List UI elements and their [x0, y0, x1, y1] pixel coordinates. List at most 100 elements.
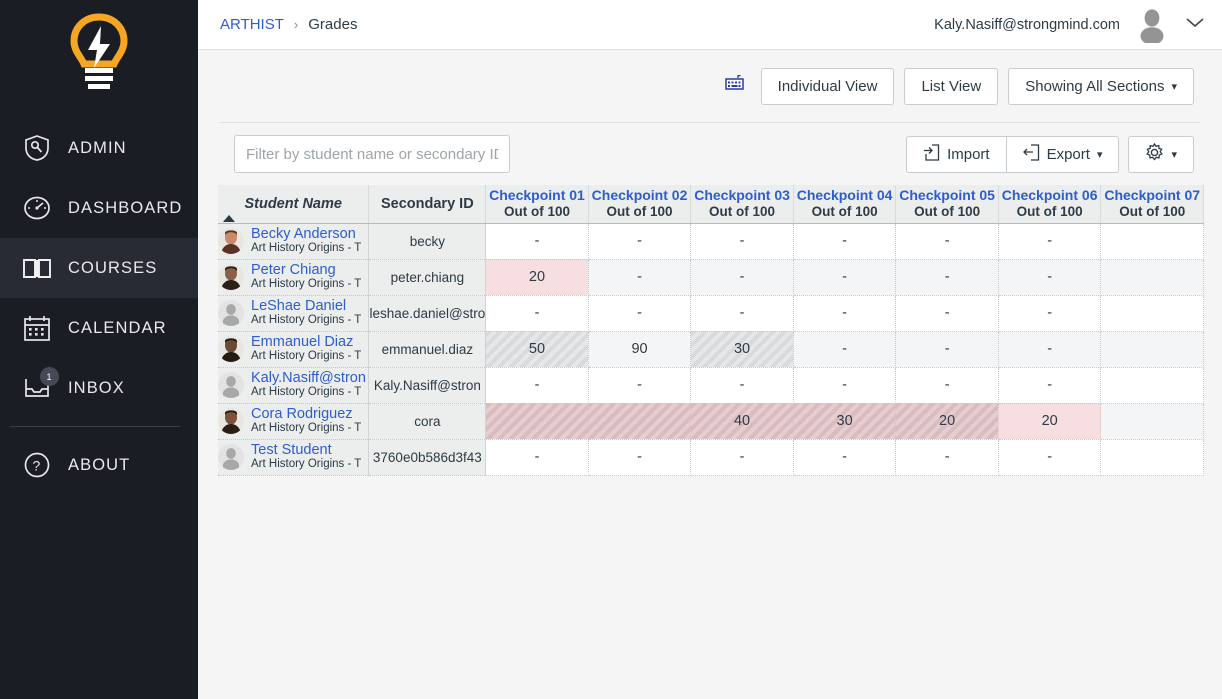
column-header-checkpoint-01[interactable]: Checkpoint 01 Out of 100: [485, 185, 589, 224]
checkpoint-title[interactable]: Checkpoint 07: [1101, 187, 1203, 205]
grade-cell[interactable]: -: [588, 259, 692, 296]
student-name-link[interactable]: Emmanuel Diaz: [251, 335, 361, 350]
user-menu-chevron-down-icon[interactable]: [1184, 15, 1206, 34]
grade-cell[interactable]: -: [895, 367, 999, 404]
grade-cell[interactable]: -: [588, 223, 692, 260]
table-row[interactable]: Peter Chiang Art History Origins - Tpeter…: [218, 259, 1204, 296]
grade-cell[interactable]: [1100, 367, 1204, 404]
grade-cell[interactable]: [1100, 439, 1204, 476]
grade-cell[interactable]: -: [793, 259, 897, 296]
export-button[interactable]: Export ▾: [1005, 135, 1120, 173]
student-name-cell[interactable]: Test Student Art History Origins - T: [218, 439, 370, 476]
student-name-cell[interactable]: Becky Anderson Art History Origins - T: [218, 223, 370, 260]
sidebar-item-inbox[interactable]: 1 INBOX: [0, 358, 198, 418]
student-name-link[interactable]: Cora Rodriguez: [251, 407, 361, 422]
grade-cell[interactable]: [485, 403, 589, 440]
grade-cell[interactable]: -: [690, 259, 794, 296]
grade-cell[interactable]: [1100, 295, 1204, 332]
grade-cell[interactable]: 40: [690, 403, 794, 440]
checkpoint-title[interactable]: Checkpoint 02: [589, 187, 691, 205]
sidebar-item-courses[interactable]: COURSES: [0, 238, 198, 298]
column-header-checkpoint-04[interactable]: Checkpoint 04 Out of 100: [793, 185, 897, 224]
student-name-link[interactable]: LeShae Daniel: [251, 299, 361, 314]
table-row[interactable]: Cora Rodriguez Art History Origins - Tcor…: [218, 403, 1204, 440]
checkpoint-title[interactable]: Checkpoint 01: [486, 187, 588, 205]
import-button[interactable]: Import: [906, 135, 1006, 173]
secondary-id-cell[interactable]: 3760e0b586d3f43: [368, 439, 487, 476]
grade-cell[interactable]: -: [690, 295, 794, 332]
breadcrumb-course-link[interactable]: ARTHIST: [220, 16, 284, 33]
column-header-checkpoint-02[interactable]: Checkpoint 02 Out of 100: [588, 185, 692, 224]
checkpoint-title[interactable]: Checkpoint 05: [896, 187, 998, 205]
list-view-button[interactable]: List View: [904, 67, 999, 105]
grade-cell[interactable]: -: [690, 223, 794, 260]
grade-cell[interactable]: -: [793, 331, 897, 368]
sidebar-item-dashboard[interactable]: DASHBOARD: [0, 178, 198, 238]
grade-cell[interactable]: -: [998, 295, 1102, 332]
column-header-student-name[interactable]: Student Name: [218, 185, 370, 224]
checkpoint-title[interactable]: Checkpoint 04: [794, 187, 896, 205]
grade-cell[interactable]: 20: [485, 259, 589, 296]
individual-view-button[interactable]: Individual View: [760, 67, 895, 105]
table-row[interactable]: Emmanuel Diaz Art History Origins - Temma…: [218, 331, 1204, 368]
user-avatar-icon[interactable]: [1134, 7, 1170, 45]
sidebar-item-about[interactable]: ? ABOUT: [0, 435, 198, 495]
student-name-cell[interactable]: Kaly.Nasiff@stron Art History Origins - T: [218, 367, 370, 404]
sections-filter-button[interactable]: Showing All Sections ▾: [1008, 67, 1194, 105]
grade-cell[interactable]: -: [588, 439, 692, 476]
grade-cell[interactable]: 50: [485, 331, 589, 368]
student-filter-input[interactable]: [234, 135, 510, 173]
grade-cell[interactable]: -: [485, 439, 589, 476]
sort-ascending-icon[interactable]: [223, 214, 235, 222]
grade-cell[interactable]: -: [998, 259, 1102, 296]
grade-cell[interactable]: -: [895, 439, 999, 476]
grade-cell[interactable]: [1100, 223, 1204, 260]
gradebook-grid[interactable]: Student Name Secondary ID Checkpoint 01 …: [218, 185, 1204, 476]
table-row[interactable]: Kaly.Nasiff@stron Art History Origins - T…: [218, 367, 1204, 404]
secondary-id-cell[interactable]: cora: [368, 403, 487, 440]
grade-cell[interactable]: -: [895, 295, 999, 332]
grade-cell[interactable]: [588, 403, 692, 440]
student-name-link[interactable]: Peter Chiang: [251, 263, 361, 278]
grade-cell[interactable]: -: [690, 439, 794, 476]
grade-cell[interactable]: -: [485, 367, 589, 404]
grade-cell[interactable]: 20: [895, 403, 999, 440]
student-name-cell[interactable]: Peter Chiang Art History Origins - T: [218, 259, 370, 296]
grade-cell[interactable]: -: [793, 295, 897, 332]
table-row[interactable]: Test Student Art History Origins - T 3760e…: [218, 439, 1204, 476]
keyboard-shortcuts-icon[interactable]: [724, 74, 745, 97]
grade-cell[interactable]: -: [588, 295, 692, 332]
secondary-id-cell[interactable]: Kaly.Nasiff@stron: [368, 367, 487, 404]
column-header-checkpoint-05[interactable]: Checkpoint 05 Out of 100: [895, 185, 999, 224]
student-name-cell[interactable]: LeShae Daniel Art History Origins - T: [218, 295, 370, 332]
grade-cell[interactable]: -: [793, 367, 897, 404]
checkpoint-title[interactable]: Checkpoint 03: [691, 187, 793, 205]
app-logo[interactable]: [0, 0, 198, 110]
grade-cell[interactable]: -: [485, 223, 589, 260]
grade-cell[interactable]: -: [998, 331, 1102, 368]
grade-cell[interactable]: -: [793, 439, 897, 476]
student-name-link[interactable]: Test Student: [251, 443, 361, 458]
gradebook-settings-button[interactable]: ▾: [1128, 135, 1194, 173]
grade-cell[interactable]: -: [895, 331, 999, 368]
secondary-id-cell[interactable]: emmanuel.diaz: [368, 331, 487, 368]
grade-cell[interactable]: -: [998, 367, 1102, 404]
column-header-secondary-id[interactable]: Secondary ID: [368, 185, 487, 224]
table-row[interactable]: LeShae Daniel Art History Origins - Tlesh…: [218, 295, 1204, 332]
grade-cell[interactable]: [1100, 259, 1204, 296]
grade-cell[interactable]: [1100, 403, 1204, 440]
secondary-id-cell[interactable]: leshae.daniel@stro: [368, 295, 487, 332]
grade-cell[interactable]: [1100, 331, 1204, 368]
student-name-cell[interactable]: Emmanuel Diaz Art History Origins - T: [218, 331, 370, 368]
column-header-checkpoint-07[interactable]: Checkpoint 07 Out of 100: [1100, 185, 1204, 224]
student-name-link[interactable]: Becky Anderson: [251, 227, 361, 242]
student-name-cell[interactable]: Cora Rodriguez Art History Origins - T: [218, 403, 370, 440]
table-row[interactable]: Becky Anderson Art History Origins - Tbec…: [218, 223, 1204, 260]
grade-cell[interactable]: -: [485, 295, 589, 332]
grade-cell[interactable]: -: [690, 367, 794, 404]
grade-cell[interactable]: 20: [998, 403, 1102, 440]
secondary-id-cell[interactable]: peter.chiang: [368, 259, 487, 296]
sidebar-item-admin[interactable]: ADMIN: [0, 118, 198, 178]
secondary-id-cell[interactable]: becky: [368, 223, 487, 260]
grade-cell[interactable]: -: [998, 439, 1102, 476]
